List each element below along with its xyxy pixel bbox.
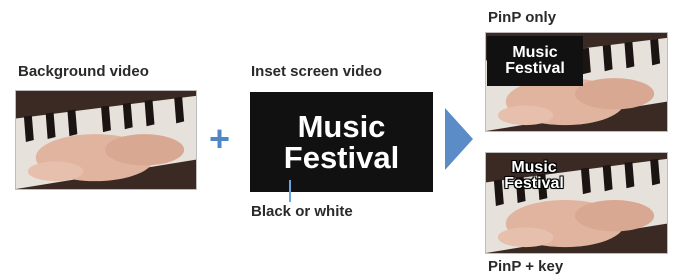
background-video-image [15, 90, 197, 190]
pinp-only-title-line1: Music [512, 44, 558, 61]
inset-video-label: Inset screen video [251, 63, 382, 80]
black-or-white-label: Black or white [251, 203, 353, 220]
pinp-key-overlay-text: Music Festival [488, 160, 580, 192]
inset-video-screen: Music Festival [250, 92, 433, 192]
pointer-line [289, 180, 291, 202]
plus-sign: + [209, 118, 231, 159]
pinp-only-label: PinP only [488, 9, 557, 26]
pinp-key-label: PinP + key [488, 258, 564, 275]
pinp-key-title-line1: Music [511, 159, 557, 176]
inset-title-line2: Festival [283, 140, 400, 175]
background-video-label: Background video [18, 63, 149, 80]
inset-title-line1: Music [297, 109, 386, 144]
pinp-key-title-line2: Festival [504, 175, 564, 192]
pinp-only-inset: Music Festival [487, 36, 583, 86]
pinp-only-title-line2: Festival [505, 60, 565, 77]
right-arrow-icon [445, 108, 473, 170]
